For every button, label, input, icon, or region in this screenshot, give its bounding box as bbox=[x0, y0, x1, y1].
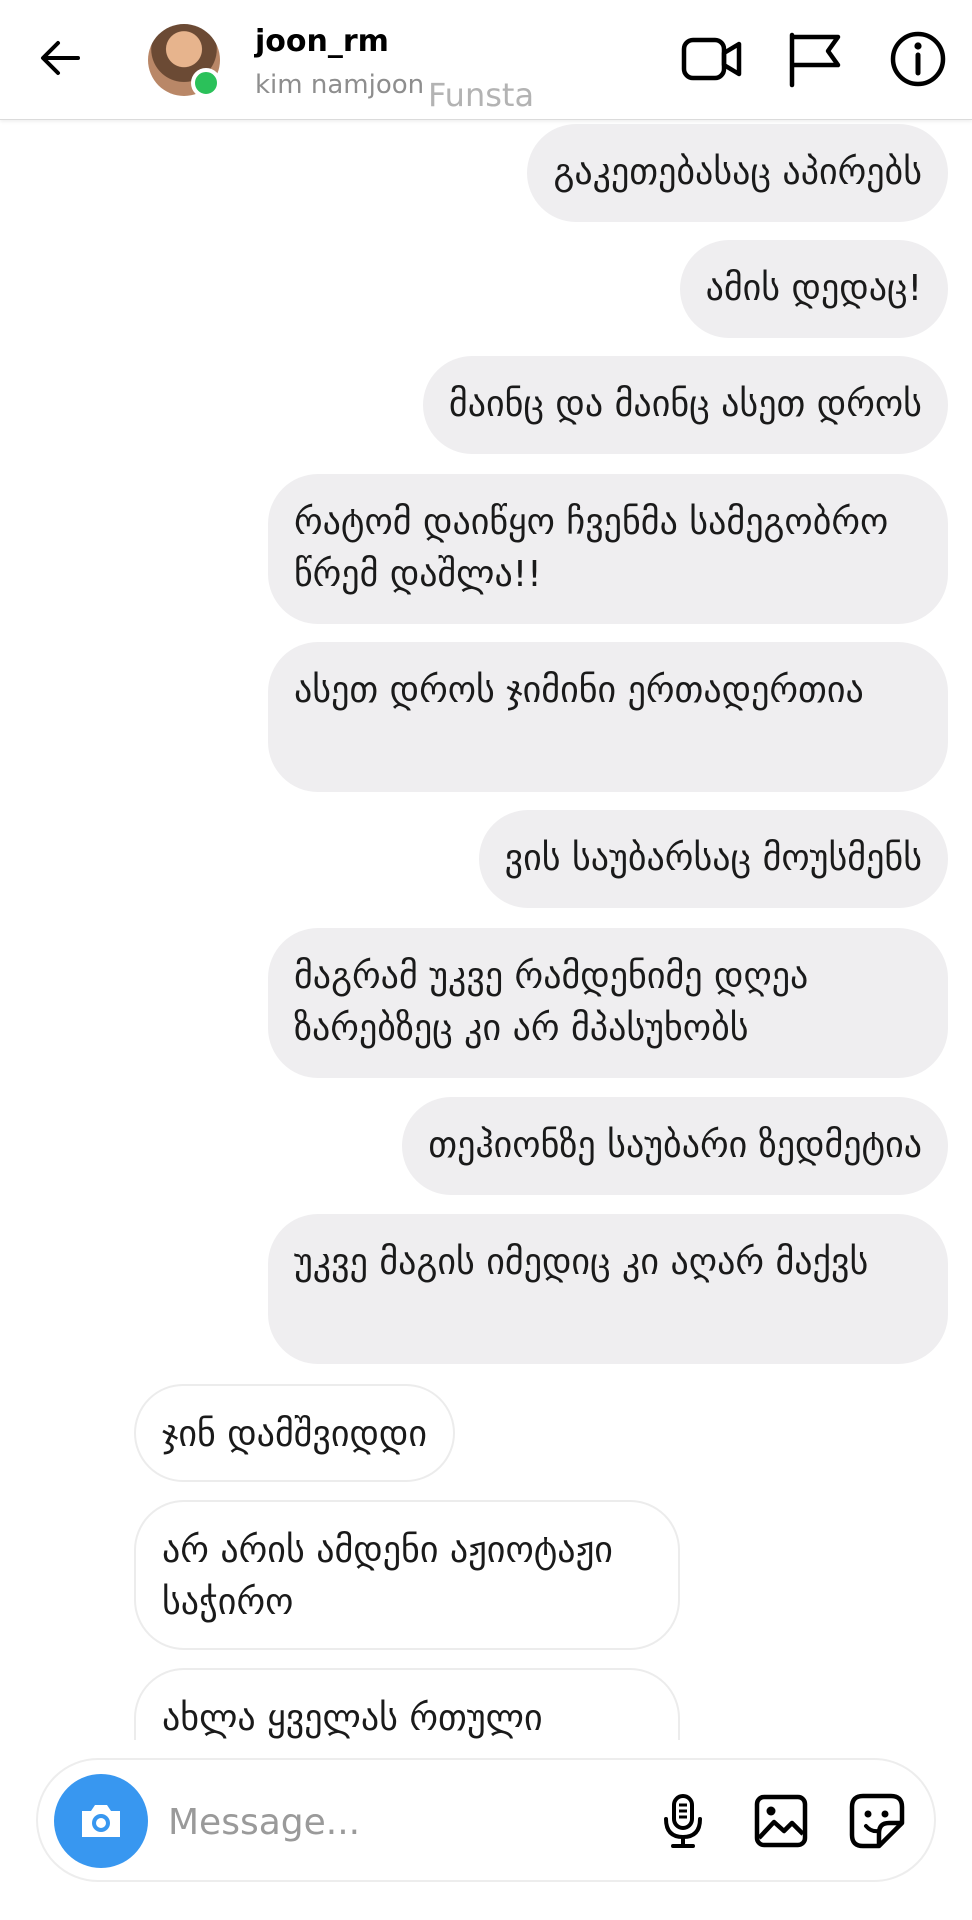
info-icon bbox=[890, 31, 946, 87]
message-list[interactable]: გაკეთებასაც აპირებს ამის დედაც! მაინც და… bbox=[0, 120, 972, 1740]
message-composer bbox=[36, 1758, 936, 1882]
voice-message-button[interactable] bbox=[652, 1790, 714, 1852]
sent-message[interactable]: გაკეთებასაც აპირებს bbox=[527, 124, 948, 222]
sent-message[interactable]: ვის საუბარსაც მოუსმენს bbox=[478, 810, 948, 908]
sent-message[interactable]: მაგრამ უკვე რამდენიმე დღეა ზარებზეც კი ა… bbox=[268, 928, 948, 1078]
watermark: Funsta bbox=[428, 76, 535, 114]
sent-message[interactable]: ასეთ დროს ჯიმინი ერთადერთია bbox=[268, 642, 948, 792]
gallery-button[interactable] bbox=[750, 1790, 812, 1852]
camera-button[interactable] bbox=[54, 1774, 148, 1868]
flag-icon bbox=[789, 32, 841, 88]
message-input[interactable] bbox=[168, 1792, 568, 1852]
sent-message[interactable]: მაინც და მაინც ასეთ დროს bbox=[422, 356, 948, 454]
chat-username[interactable]: joon_rm bbox=[255, 24, 389, 59]
received-message[interactable]: ახლა ყველას რთული bbox=[134, 1668, 680, 1740]
sticker-icon bbox=[849, 1793, 905, 1849]
report-flag-button[interactable] bbox=[781, 26, 847, 92]
online-status-dot bbox=[191, 68, 221, 98]
gallery-icon bbox=[754, 1794, 808, 1848]
video-call-button[interactable] bbox=[679, 26, 745, 92]
received-message[interactable]: ჯინ დამშვიდდი bbox=[134, 1384, 456, 1482]
chat-full-name: kim namjoon bbox=[255, 70, 425, 100]
info-button[interactable] bbox=[885, 26, 951, 92]
sticker-button[interactable] bbox=[846, 1790, 908, 1852]
sent-message[interactable]: რატომ დაიწყო ჩვენმა სამეგობრო წრემ დაშლა… bbox=[268, 474, 948, 624]
back-arrow-icon bbox=[41, 41, 80, 75]
sent-message[interactable]: უკვე მაგის იმედიც კი აღარ მაქვს bbox=[268, 1214, 948, 1364]
back-button[interactable] bbox=[34, 32, 86, 84]
video-call-icon bbox=[681, 37, 742, 81]
chat-header: joon_rm kim namjoon Funsta bbox=[0, 0, 972, 120]
sent-message[interactable]: ამის დედაც! bbox=[679, 240, 948, 338]
microphone-icon bbox=[664, 1794, 702, 1848]
sent-message[interactable]: თეჰიონზე საუბარი ზედმეტია bbox=[402, 1097, 948, 1195]
received-message[interactable]: არ არის ამდენი აჟიოტაჟი საჭირო bbox=[134, 1500, 680, 1650]
camera-icon bbox=[82, 1805, 120, 1837]
